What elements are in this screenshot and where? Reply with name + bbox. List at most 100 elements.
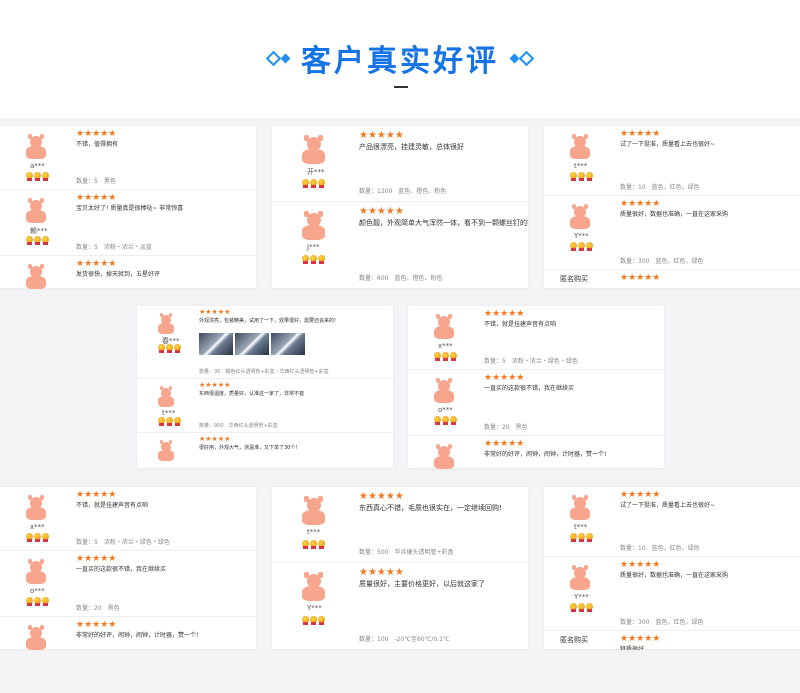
order-spec: 数量：300 蓝色，红色，绿色: [620, 619, 704, 626]
medal-icon: [434, 416, 441, 425]
rating-stars: ★★★★★: [620, 129, 661, 139]
medal-icon: [310, 540, 317, 549]
review-card: 开*** ★★★★★ 产品很漂亮，挂建灵敏，总体很好 数量：1200 蓝色、橙色、粉色…: [272, 126, 528, 289]
review-text: 质量很好，主要价格更好，以后就这家了: [359, 580, 485, 588]
medal-icon: [310, 616, 317, 625]
user-avatar: [26, 495, 46, 521]
medal-icon: [586, 533, 593, 542]
review-row: 赖*** ★★★★★ 宝贝太好了! 质量真是很棒哒~ 非常惊喜 数量：5 浓粉・浓兰・…: [0, 190, 256, 256]
order-spec: 数量：600 蓝色、橙色、粉色: [359, 275, 443, 282]
medal-icon: [586, 242, 593, 251]
review-row: t*** ★★★★★ 试了一下挺准，质量看上去也很好~ 数量：10 蓝色，红色，绿色: [544, 126, 800, 196]
order-spec: 数量：10 蓝色，红色，绿色: [620, 545, 700, 552]
medal-icon: [570, 603, 577, 612]
medal-icon: [174, 344, 181, 353]
review-photos: [199, 333, 305, 355]
medal-icon: [442, 352, 449, 361]
review-text: 试了一下挺准，质量看上去也很好~: [620, 141, 716, 148]
review-card: t*** ★★★★★ 东西真心不错，毛质也很实在，一定继续回购! 数量：500 华兵硬…: [272, 487, 528, 650]
user-avatar: [158, 440, 174, 461]
user-level-medals: [570, 603, 593, 612]
review-row: ★★★★★ 非常好的好评，闹钟，闹钟，计时器，赞一个!: [408, 436, 664, 469]
anonymous-label: 匿名购买: [560, 636, 588, 644]
order-spec: 数量：30 橘色红头透明管+彩盒・华西红头透明管+彩盒: [199, 369, 329, 375]
rating-stars: ★★★★★: [359, 130, 404, 141]
review-text: 产品很漂亮，挂建灵敏，总体很好: [359, 143, 464, 151]
user-level-medals: [302, 255, 325, 264]
user-avatar: [434, 444, 454, 469]
review-text: 非常好的好评，闹钟，闹钟，计时器，赞一个!: [76, 632, 199, 639]
medal-icon: [34, 597, 41, 606]
review-row: J*** ★★★★★ 颜色靓，外观简单大气浑然一体，看不到一颗螺丝钉的影子，还送两数…: [272, 202, 528, 289]
medal-icon: [158, 344, 165, 353]
user-avatar: [26, 625, 46, 650]
review-photo-thumbnail[interactable]: [235, 333, 269, 355]
medal-icon: [34, 172, 41, 181]
rating-stars: ★★★★★: [620, 560, 661, 570]
user-level-medals: [158, 417, 181, 426]
review-card: x*** ★★★★★ 不错，就是挂建声音有点响 数量：5 浓粉・浓兰・绿色・绿色 o**…: [408, 306, 664, 469]
user-avatar: [26, 559, 46, 585]
medal-icon: [318, 255, 325, 264]
review-row: t*** ★★★★★ 东西真心不错，毛质也很实在，一定继续回购! 数量：500 华兵硬…: [272, 487, 528, 563]
review-row: t*** ★★★★★ 东西很温度，质量好，认准这一家了，非常不错 数量：900 华西红…: [137, 379, 393, 433]
review-card: x*** ★★★★★ 不错，就是挂建声音有点响 数量：5 浓粉・浓兰・绿色・绿色 o**…: [0, 487, 256, 650]
medal-icon: [434, 352, 441, 361]
order-spec: 数量：5 黑色: [76, 178, 116, 185]
review-row: Y*** ★★★★★ 质量很好，数据也准确，一直在这家采购 数量：300 蓝色，红色，…: [544, 557, 800, 631]
order-spec: 数量：5 浓粉・浓兰・绿色・绿色: [76, 539, 170, 546]
review-text: 质量很好，数据也准确，一直在这家采购: [620, 572, 729, 579]
rating-stars: ★★★★★: [359, 567, 404, 578]
medal-icon: [42, 597, 49, 606]
user-avatar: [570, 134, 590, 160]
medal-icon: [578, 603, 585, 612]
user-level-medals: [302, 179, 325, 188]
medal-icon: [586, 172, 593, 181]
user-avatar: [302, 572, 325, 602]
review-photo-thumbnail[interactable]: [199, 333, 233, 355]
medal-icon: [34, 236, 41, 245]
review-row: ★★★★★ 发货很快，掉天就到，五星好评: [0, 256, 256, 289]
rating-stars: ★★★★★: [484, 439, 525, 449]
user-name: t***: [162, 409, 176, 417]
review-card: t*** ★★★★★ 试了一下挺准，质量看上去也很好~ 数量：10 蓝色，红色，绿色 Y…: [544, 126, 800, 289]
review-text: 颜色靓，外观简单大气浑然一体，看不到一颗螺丝钉的影子，还送两: [359, 219, 528, 227]
order-spec: 数量：900 华西红头透明管+彩盒: [199, 423, 278, 429]
user-name: Y***: [307, 604, 322, 612]
rating-stars: ★★★★★: [359, 206, 404, 217]
user-avatar: [26, 198, 46, 224]
review-text: 宝贝太好了! 质量真是很棒哒~ 非常惊喜: [76, 205, 184, 212]
review-row: 开*** ★★★★★ 产品很漂亮，挂建灵敏，总体很好 数量：1200 蓝色、橙色、粉色: [272, 126, 528, 202]
rating-stars: ★★★★★: [620, 273, 661, 283]
medal-icon: [570, 242, 577, 251]
user-avatar: [302, 135, 325, 165]
user-level-medals: [26, 172, 49, 181]
review-card: 春*** ★★★★★ 外观漂亮，包装精美，试用了一下，效果很好，需要还会来的! 数量：…: [137, 306, 393, 469]
diamond-right-icon: [509, 50, 535, 66]
user-name: t***: [574, 523, 588, 531]
review-row: Y*** ★★★★★ 质量很好，数据也准确，一直在这家采购 数量：300 蓝色，红色，…: [544, 196, 800, 270]
medal-icon: [302, 540, 309, 549]
review-photo-thumbnail[interactable]: [271, 333, 305, 355]
review-row: ★★★★★ 非常好的好评，闹钟，闹钟，计时器，赞一个!: [0, 617, 256, 650]
user-avatar: [434, 314, 454, 340]
medal-icon: [310, 255, 317, 264]
review-text: 质量很好，数据也准确，一直在这家采购: [620, 211, 729, 218]
review-text: 试了一下挺准，质量看上去也很好~: [620, 502, 716, 509]
anonymous-label: 匿名购买: [560, 275, 588, 283]
order-spec: 数量：500 华兵硬头透明管+彩盒: [359, 549, 454, 556]
medal-icon: [42, 172, 49, 181]
review-text: 特质很好: [620, 646, 645, 650]
review-text: 不错，就是挂建声音有点响: [484, 321, 557, 328]
user-level-medals: [26, 597, 49, 606]
medal-icon: [570, 172, 577, 181]
title-underline: [394, 86, 408, 88]
user-avatar: [302, 496, 325, 526]
user-avatar: [26, 264, 46, 289]
medal-icon: [302, 616, 309, 625]
user-avatar: [302, 211, 325, 241]
user-level-medals: [434, 416, 457, 425]
user-name: 赖***: [30, 227, 48, 235]
user-level-medals: [26, 236, 49, 245]
medal-icon: [578, 242, 585, 251]
